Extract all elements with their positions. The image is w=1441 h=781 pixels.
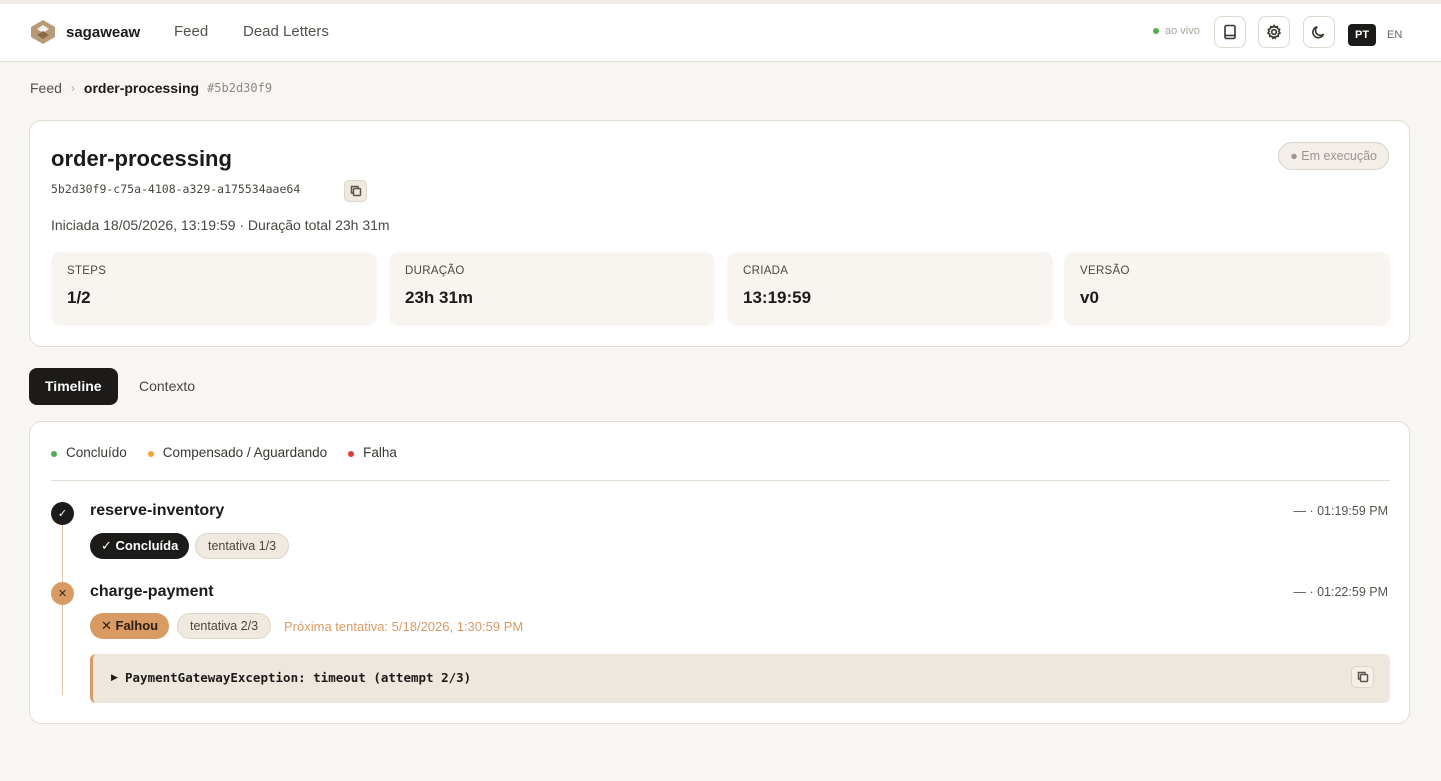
check-icon: ✓: [51, 502, 74, 525]
stat-label: STEPS: [67, 265, 107, 277]
legend-label: Concluído: [66, 445, 127, 460]
lang-en-button[interactable]: EN: [1380, 24, 1409, 46]
saga-id: 5b2d30f9-c75a-4108-a329-a175534aae64: [51, 182, 301, 196]
brand-name: sagaweaw: [66, 23, 141, 41]
divider: [51, 480, 1390, 481]
stat-label: CRIADA: [743, 265, 789, 277]
error-details[interactable]: ▶ PaymentGatewayException: timeout (atte…: [90, 654, 1390, 703]
live-dot-icon: [1153, 28, 1159, 34]
stat-value: v0: [1080, 288, 1099, 307]
attempt-badge: tentativa 1/3: [195, 533, 290, 559]
tab-timeline[interactable]: Timeline: [29, 368, 118, 405]
breadcrumb-hash: #5b2d30f9: [207, 81, 273, 95]
next-retry: Próxima tentativa: 5/18/2026, 1:30:59 PM: [284, 619, 524, 634]
logo-icon: [31, 20, 55, 44]
stat-value: 13:19:59: [743, 288, 812, 307]
copy-error-button[interactable]: [1351, 666, 1374, 688]
docs-button[interactable]: [1214, 16, 1246, 48]
nav-dead-letters[interactable]: Dead Letters: [243, 23, 329, 40]
copy-icon: [350, 185, 361, 197]
stat-duration: DURAÇÃO 23h 31m: [389, 252, 715, 326]
timeline-card: Concluído Compensado / Aguardando Falha …: [29, 421, 1410, 724]
top-bar: sagaweaw Feed Dead Letters ao vivo PT EN: [0, 0, 1441, 62]
legend: Concluído Compensado / Aguardando Falha: [51, 445, 418, 460]
dot-icon: [147, 451, 154, 457]
timeline-rail: [62, 522, 63, 695]
live-indicator: ao vivo: [1153, 25, 1200, 37]
stat-label: VERSÃO: [1080, 265, 1130, 277]
theme-toggle-button[interactable]: [1303, 16, 1335, 48]
caret-right-icon[interactable]: ▶: [111, 672, 118, 683]
lang-pt-button[interactable]: PT: [1348, 24, 1377, 46]
book-icon: [1224, 24, 1236, 40]
step-status-badge: ✕ Falhou: [90, 613, 170, 639]
gear-icon: [1266, 24, 1282, 40]
step-name: charge-payment: [90, 583, 214, 600]
nav-feed[interactable]: Feed: [174, 23, 208, 40]
stat-created: CRIADA 13:19:59: [727, 252, 1053, 326]
brand[interactable]: sagaweaw: [30, 19, 140, 45]
saga-summary-card: order-processing 5b2d30f9-c75a-4108-a329…: [29, 120, 1410, 347]
status-badge: ● Em execução: [1278, 142, 1389, 170]
step-time: — · 01:22:59 PM: [1293, 585, 1389, 599]
breadcrumb: Feed › order-processing #5b2d30f9: [30, 80, 272, 96]
error-message: PaymentGatewayException: timeout (attemp…: [125, 670, 472, 685]
live-label: ao vivo: [1165, 25, 1200, 37]
breadcrumb-feed[interactable]: Feed: [30, 80, 62, 96]
dot-icon: [51, 451, 57, 457]
saga-meta: Iniciada 18/05/2026, 13:19:59 · Duração …: [51, 217, 390, 233]
step-time: — · 01:19:59 PM: [1293, 504, 1389, 518]
step-status-badge: ✓ Concluída: [90, 533, 190, 559]
legend-label: Falha: [363, 445, 397, 460]
x-icon: ✕: [51, 582, 74, 605]
stat-version: VERSÃO v0: [1064, 252, 1390, 326]
legend-item-completed: Concluído: [51, 445, 127, 460]
dot-icon: [348, 451, 355, 457]
stat-label: DURAÇÃO: [405, 265, 465, 277]
saga-title: order-processing: [51, 146, 232, 171]
tab-context[interactable]: Contexto: [123, 368, 211, 405]
breadcrumb-current: order-processing: [83, 80, 200, 96]
legend-item-failed: Falha: [348, 445, 397, 460]
attempt-badge: tentativa 2/3: [177, 613, 272, 639]
stat-value: 23h 31m: [405, 288, 474, 307]
stat-value: 1/2: [67, 288, 91, 307]
stat-steps: STEPS 1/2: [51, 252, 377, 326]
moon-icon: [1312, 26, 1325, 39]
legend-item-compensated: Compensado / Aguardando: [147, 445, 328, 460]
legend-label: Compensado / Aguardando: [162, 445, 328, 460]
settings-button[interactable]: [1258, 16, 1290, 48]
copy-id-button[interactable]: [344, 180, 367, 202]
copy-icon: [1357, 671, 1368, 683]
chevron-right-icon: ›: [70, 81, 75, 95]
step-name: reserve-inventory: [90, 502, 225, 519]
